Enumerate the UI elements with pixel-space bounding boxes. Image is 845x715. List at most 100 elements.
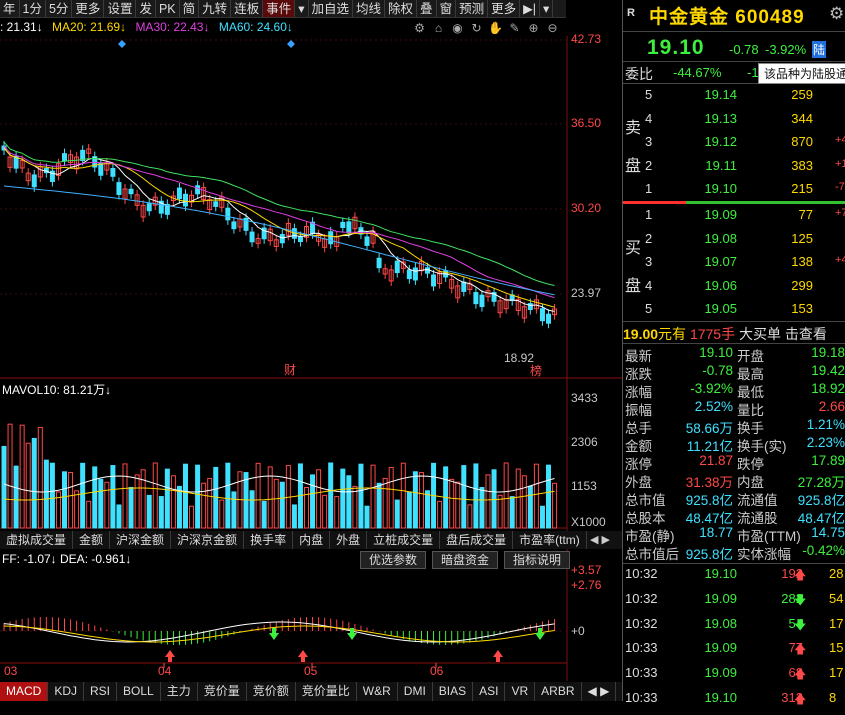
toolbar-button[interactable]: 设置 xyxy=(104,0,137,17)
order-book-row[interactable]: 2 19.08 125 xyxy=(623,231,845,254)
toolbar-button[interactable]: 事件 xyxy=(263,0,296,17)
stat-label: 内盘 xyxy=(737,475,764,490)
order-book-row[interactable]: 1 19.09 77 +7 xyxy=(623,207,845,230)
macd-button-group: 优选参数 暗盘资金 指标说明 xyxy=(360,551,576,569)
zoom-out-icon[interactable]: ⊖ xyxy=(545,21,560,36)
indicator-tab-主力[interactable]: 主力 xyxy=(161,682,198,701)
list-marker[interactable]: 榜 xyxy=(530,362,542,379)
big-order-banner[interactable]: 19.00元有 1775手 大买单 击查看 xyxy=(623,324,827,344)
ma30-line xyxy=(3,141,555,286)
toolbar-button[interactable]: 1分 xyxy=(20,0,46,17)
indicator-tab-macd[interactable]: MACD xyxy=(0,682,49,701)
toolbar-button[interactable]: 九转 xyxy=(199,0,232,17)
volume-tab[interactable]: 沪深金额 xyxy=(110,531,172,549)
toolbar-button[interactable]: ▶| xyxy=(520,0,540,17)
tab-scroll-arrows[interactable]: ◀ ▶ xyxy=(590,531,622,549)
toolbar-button[interactable]: 窗 xyxy=(437,0,457,17)
draw-icon[interactable]: ✎ xyxy=(507,21,522,36)
lock-icon[interactable]: ⌂ xyxy=(431,21,446,36)
order-book-row[interactable]: 3 19.07 138 +4 xyxy=(623,254,845,277)
connect-badge[interactable]: 陆 xyxy=(812,41,827,58)
zoom-in-icon[interactable]: ⊕ xyxy=(526,21,541,36)
stat-row: 金额 11.21亿 换手(实) 2.23% xyxy=(623,435,845,454)
toolbar-button[interactable]: PK xyxy=(156,0,180,17)
toolbar-button[interactable]: 更多 xyxy=(488,0,521,17)
buy-pressure-bar xyxy=(686,201,845,204)
macd-option-button[interactable]: 暗盘资金 xyxy=(432,551,499,569)
indicator-tab-竞价量比[interactable]: 竞价量比 xyxy=(296,682,357,701)
volume-tab[interactable]: 市盈率(ttm) xyxy=(513,531,587,549)
toolbar-button[interactable]: 均线 xyxy=(353,0,386,17)
volume-tab[interactable]: 虚拟成交量 xyxy=(0,531,74,549)
indicator-tab-arbr[interactable]: ARBR xyxy=(535,682,582,701)
eye-icon[interactable]: ◉ xyxy=(450,21,465,36)
order-book-row[interactable]: 4 19.13 344 xyxy=(623,111,845,134)
volume-bar xyxy=(527,485,533,529)
toolbar-button[interactable]: 年 xyxy=(0,0,20,17)
candle-body xyxy=(213,201,219,207)
stat-label: 总股本 xyxy=(625,511,666,526)
buy-signal-icon xyxy=(298,650,308,662)
toolbar-button[interactable]: 发 xyxy=(136,0,156,17)
toolbar-button[interactable]: 叠 xyxy=(417,0,437,17)
arrow-down-icon: 🡇 xyxy=(794,617,807,632)
order-book-row[interactable]: 2 19.11 383 +10 xyxy=(623,158,845,181)
financial-report-marker[interactable]: 财 xyxy=(284,361,296,378)
toolbar-button[interactable]: ▾ xyxy=(540,0,554,17)
volume-bar xyxy=(334,496,340,529)
volume-tab[interactable]: 换手率 xyxy=(244,531,294,549)
indicator-tab-竞价额[interactable]: 竞价额 xyxy=(247,682,296,701)
macd-option-button[interactable]: 优选参数 xyxy=(360,551,427,569)
toolbar-button[interactable]: 更多 xyxy=(72,0,105,17)
volume-tab[interactable]: 金额 xyxy=(73,531,111,549)
tick-count: 54 xyxy=(829,590,844,606)
volume-bar xyxy=(346,475,352,529)
volume-bar xyxy=(322,494,328,529)
toolbar-button[interactable]: 连板 xyxy=(231,0,264,17)
gear-icon[interactable]: ⚙ xyxy=(829,4,844,24)
indicator-tab-bias[interactable]: BIAS xyxy=(433,682,474,701)
indicator-tab-boll[interactable]: BOLL xyxy=(117,682,161,701)
toolbar-button[interactable]: 预测 xyxy=(456,0,489,17)
indicator-tab-w&r[interactable]: W&R xyxy=(357,682,398,701)
toolbar-button[interactable]: 加自选 xyxy=(309,0,354,17)
volume-tab[interactable]: 盘后成交量 xyxy=(440,531,514,549)
volume-bar xyxy=(279,481,285,529)
volume-axis-tick: 1153 xyxy=(571,479,597,493)
candle-body xyxy=(431,274,437,287)
stock-name: 中金黄金 600489 xyxy=(649,7,805,28)
indicator-tab-dmi[interactable]: DMI xyxy=(398,682,433,701)
date-axis-label: 04 xyxy=(158,664,172,678)
volume-tab[interactable]: 立桩成交量 xyxy=(367,531,441,549)
settings-icon[interactable]: ⚙ xyxy=(412,21,427,36)
tab-scroll-arrows[interactable]: ◀ ▶ xyxy=(582,682,617,701)
hand-icon[interactable]: ✋ xyxy=(488,21,503,36)
tick-row: 10:32 19.10 192 🡅 28 xyxy=(623,566,845,591)
volume-bar xyxy=(19,424,25,529)
level-volume: 138 xyxy=(791,254,813,269)
macd-option-button[interactable]: 指标说明 xyxy=(504,551,571,569)
indicator-tab-rsi[interactable]: RSI xyxy=(84,682,118,701)
indicator-tab-kdj[interactable]: KDJ xyxy=(48,682,85,701)
volume-tab[interactable]: 沪深京金额 xyxy=(171,531,245,549)
indicator-tab-竞价量[interactable]: 竞价量 xyxy=(198,682,247,701)
volume-tab[interactable]: 外盘 xyxy=(330,531,368,549)
order-book-row[interactable]: 5 19.14 259 xyxy=(623,87,845,110)
toolbar-button[interactable]: 简 xyxy=(180,0,200,17)
volume-bar xyxy=(183,463,188,529)
volume-bar xyxy=(455,481,461,529)
volume-bar xyxy=(219,499,225,529)
toolbar-button[interactable]: 5分 xyxy=(46,0,73,17)
ma20-label: MA20: 21.69↓ xyxy=(52,20,127,34)
refresh-icon[interactable]: ↻ xyxy=(469,21,484,36)
indicator-tab-vr[interactable]: VR xyxy=(505,682,536,701)
stat-row: 总手 58.66万 换手 1.21% xyxy=(623,417,845,436)
toolbar-button[interactable]: 除权 xyxy=(385,0,418,17)
toolbar-button[interactable]: ▾ xyxy=(295,0,309,17)
candle-body xyxy=(376,257,382,269)
order-book-row[interactable]: 4 19.06 299 xyxy=(623,278,845,301)
volume-tab[interactable]: 内盘 xyxy=(293,531,331,549)
weibi-extra: -1 xyxy=(747,65,759,80)
indicator-tab-asi[interactable]: ASI xyxy=(473,682,506,701)
order-book-row[interactable]: 3 19.12 870 +4 xyxy=(623,134,845,157)
